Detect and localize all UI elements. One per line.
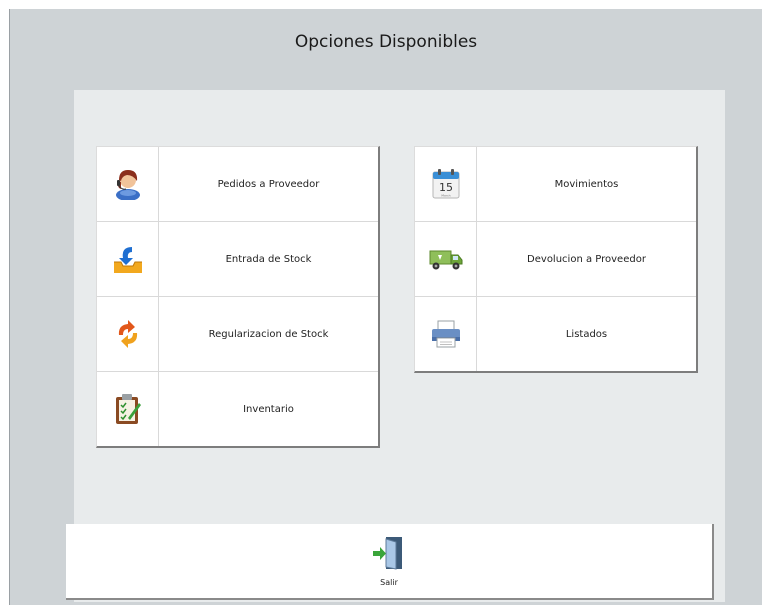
- left-menu: Pedidos a Proveedor Entrada de Stock Reg…: [96, 146, 380, 448]
- exit-door-icon: [373, 537, 402, 570]
- menu-item-listados[interactable]: Listados: [415, 297, 696, 371]
- menu-item-label: Devolucion a Proveedor: [527, 253, 646, 265]
- calendar-icon: 15 March: [432, 169, 459, 199]
- printer-icon: [431, 320, 460, 348]
- inbox-arrow-icon: [113, 247, 142, 273]
- menu-item-devolucion-a-proveedor[interactable]: Devolucion a Proveedor: [415, 222, 696, 297]
- menu-item-pedidos-a-proveedor[interactable]: Pedidos a Proveedor: [97, 147, 378, 222]
- window-title: Opciones Disponibles: [294, 32, 478, 52]
- clipboard-checklist-icon: [115, 394, 141, 424]
- refresh-arrows-icon: [118, 320, 137, 348]
- menu-item-regularizacion-de-stock[interactable]: Regularizacion de Stock: [97, 297, 378, 372]
- menu-item-movimientos[interactable]: 15 March Movimientos: [415, 147, 696, 222]
- calendar-day: 15: [439, 181, 453, 194]
- menu-item-label: Movimientos: [554, 178, 619, 190]
- menu-item-label: Pedidos a Proveedor: [217, 178, 320, 190]
- menu-item-label: Entrada de Stock: [225, 253, 312, 265]
- menu-item-entrada-de-stock[interactable]: Entrada de Stock: [97, 222, 378, 297]
- calendar-month: March: [441, 194, 450, 198]
- exit-label: Salir: [380, 578, 398, 587]
- exit-button[interactable]: Salir: [349, 524, 429, 598]
- recycle-truck-icon: [429, 250, 462, 270]
- menu-item-label: Listados: [565, 328, 608, 340]
- person-icon: [115, 170, 140, 200]
- exit-bar: Salir: [66, 524, 714, 600]
- menu-item-label: Regularizacion de Stock: [208, 328, 329, 340]
- right-menu: 15 March Movimientos Devolucion a Provee…: [414, 146, 698, 373]
- menu-item-label: Inventario: [243, 403, 294, 415]
- options-window: Opciones Disponibles Pedidos a Proveedor…: [10, 9, 762, 605]
- menu-item-inventario[interactable]: Inventario: [97, 372, 378, 446]
